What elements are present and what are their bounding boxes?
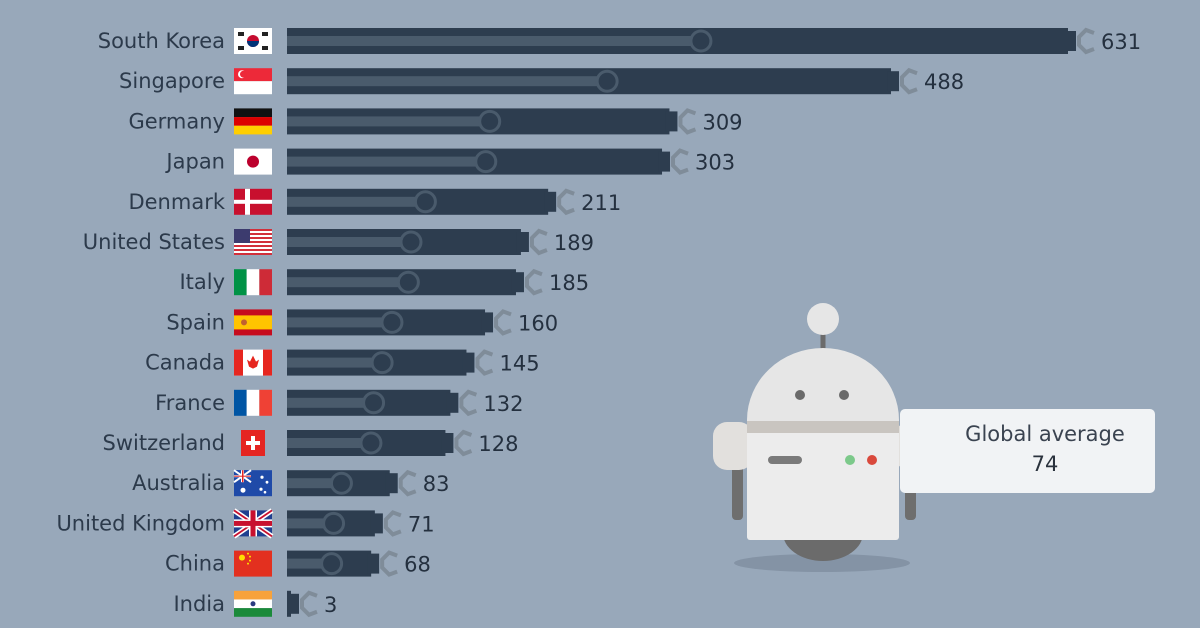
robot-left-eye (795, 390, 805, 400)
robot-antenna-ball (807, 303, 839, 335)
robot-left-arm-stick (732, 465, 743, 520)
robot-red-light (867, 455, 877, 465)
robot-band (747, 421, 899, 433)
robot-head (747, 348, 899, 430)
robot-green-light (845, 455, 855, 465)
robot-illustration (713, 303, 931, 572)
robot-mouth-slot (768, 456, 802, 464)
global-average-label: Global average (965, 422, 1125, 446)
global-average-value: 74 (1031, 452, 1059, 476)
robot-body (747, 430, 899, 540)
robot-right-eye (839, 390, 849, 400)
